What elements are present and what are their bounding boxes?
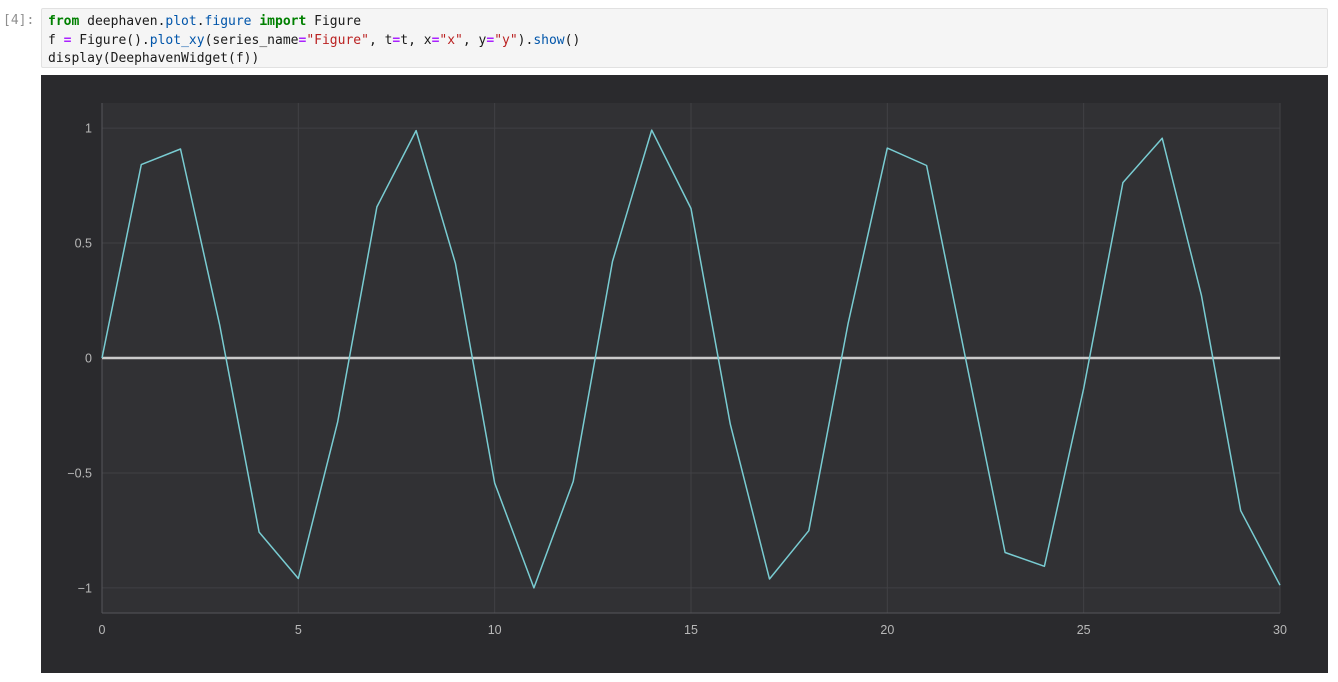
code-token: "x" [439, 32, 463, 48]
x-tick-label: 25 [1077, 623, 1091, 637]
x-tick-label: 0 [99, 623, 106, 637]
code-token: , t [368, 32, 393, 48]
y-tick-label: 0 [85, 352, 92, 366]
code-lines: from deephaven.plot.figure import Figure… [48, 13, 1327, 69]
code-token: = [486, 32, 495, 48]
code-token: plot_xy [149, 32, 205, 48]
code-token: show [533, 32, 565, 48]
y-tick-labels: 1 0.5 0 −0.5 −1 [67, 122, 92, 596]
code-token: "y" [494, 32, 518, 48]
y-tick-label: 0.5 [75, 237, 92, 251]
y-tick-label: −1 [78, 581, 92, 595]
figure-chart-svg: 0 5 10 15 20 25 30 1 0.5 0 −0.5 −1 [67, 103, 1287, 637]
code-token: import [259, 14, 307, 29]
x-tick-label: 30 [1273, 623, 1287, 637]
code-cell[interactable]: from deephaven.plot.figure import Figure… [41, 8, 1328, 68]
x-tick-label: 5 [295, 623, 302, 637]
code-token: (series_name [204, 32, 299, 48]
deephaven-widget[interactable]: 0 5 10 15 20 25 30 1 0.5 0 −0.5 −1 [41, 75, 1328, 673]
y-tick-label: 1 [85, 122, 92, 136]
code-token: "Figure" [306, 32, 369, 48]
code-token: display(DeephavenWidget(f)) [48, 51, 260, 66]
x-tick-labels: 0 5 10 15 20 25 30 [99, 623, 1287, 637]
code-token: plot [165, 14, 197, 29]
code-token: t, x [400, 32, 432, 48]
code-token: f [48, 32, 64, 48]
x-tick-label: 20 [880, 623, 894, 637]
x-tick-label: 15 [684, 623, 698, 637]
y-tick-label: −0.5 [67, 466, 92, 480]
code-token: , y [462, 32, 487, 48]
code-token: figure [204, 14, 252, 29]
code-line: f = Figure().plot_xy(series_name="Figure… [48, 32, 1327, 51]
code-token: Figure(). [71, 32, 150, 48]
x-tick-label: 10 [488, 623, 502, 637]
code-line: from deephaven.plot.figure import Figure [48, 13, 1327, 32]
code-token: Figure [306, 14, 362, 29]
cell-execution-prompt: [4]: [3, 13, 35, 28]
code-token: . [196, 14, 205, 29]
code-token: () [564, 32, 581, 48]
code-token: from [48, 14, 80, 29]
code-token: ). [517, 32, 534, 48]
code-line: display(DeephavenWidget(f)) [48, 50, 1327, 69]
code-token: deephaven. [79, 14, 166, 29]
